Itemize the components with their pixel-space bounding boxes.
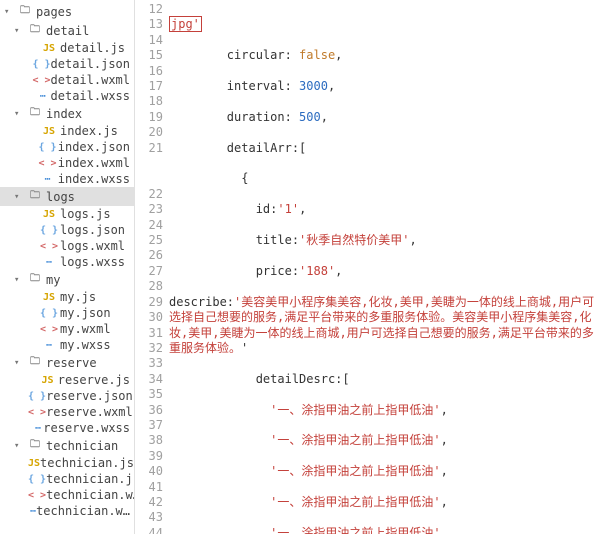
file-index.json[interactable]: { }index.json [0, 139, 134, 155]
file-detail.wxml[interactable]: < >detail.wxml [0, 72, 134, 88]
file-technician.json[interactable]: { }technician.json [0, 471, 134, 487]
file-detail.js[interactable]: JSdetail.js [0, 40, 134, 56]
code-token: jpg' [169, 16, 202, 32]
file-technician.js[interactable]: JStechnician.js [0, 455, 134, 471]
folder-my[interactable]: ▾🗀my [0, 270, 134, 289]
file-reserve.wxss[interactable]: ⋯reserve.wxss [0, 420, 134, 436]
file-tree[interactable]: ▾🗀pages▾🗀detailJSdetail.js{ }detail.json… [0, 0, 135, 534]
file-logs.wxss[interactable]: ⋯logs.wxss [0, 254, 134, 270]
file-index.wxss[interactable]: ⋯index.wxss [0, 171, 134, 187]
code-content[interactable]: jpg' circular: false, interval: 3000, du… [169, 0, 600, 534]
folder-reserve[interactable]: ▾🗀reserve [0, 353, 134, 372]
folder-index[interactable]: ▾🗀index [0, 104, 134, 123]
file-my.wxss[interactable]: ⋯my.wxss [0, 337, 134, 353]
line-gutter: 1213141516171819202122232425262728293031… [135, 0, 169, 534]
file-reserve.wxml[interactable]: < >reserve.wxml [0, 404, 134, 420]
file-my.wxml[interactable]: < >my.wxml [0, 321, 134, 337]
file-my.js[interactable]: JSmy.js [0, 289, 134, 305]
folder-detail[interactable]: ▾🗀detail [0, 21, 134, 40]
code-editor[interactable]: 1213141516171819202122232425262728293031… [135, 0, 600, 534]
file-technician.w…[interactable]: < >technician.w… [0, 487, 134, 503]
folder-technician[interactable]: ▾🗀technician [0, 436, 134, 455]
folder-pages[interactable]: ▾🗀pages [0, 2, 134, 21]
file-logs.js[interactable]: JSlogs.js [0, 206, 134, 222]
file-technician.w…[interactable]: ⋯technician.w… [0, 503, 134, 519]
folder-logs[interactable]: ▾🗀logs [0, 187, 134, 206]
file-index.wxml[interactable]: < >index.wxml [0, 155, 134, 171]
file-detail.json[interactable]: { }detail.json [0, 56, 134, 72]
file-logs.wxml[interactable]: < >logs.wxml [0, 238, 134, 254]
file-my.json[interactable]: { }my.json [0, 305, 134, 321]
file-logs.json[interactable]: { }logs.json [0, 222, 134, 238]
file-reserve.json[interactable]: { }reserve.json [0, 388, 134, 404]
file-reserve.js[interactable]: JSreserve.js [0, 372, 134, 388]
file-detail.wxss[interactable]: ⋯detail.wxss [0, 88, 134, 104]
file-index.js[interactable]: JSindex.js [0, 123, 134, 139]
